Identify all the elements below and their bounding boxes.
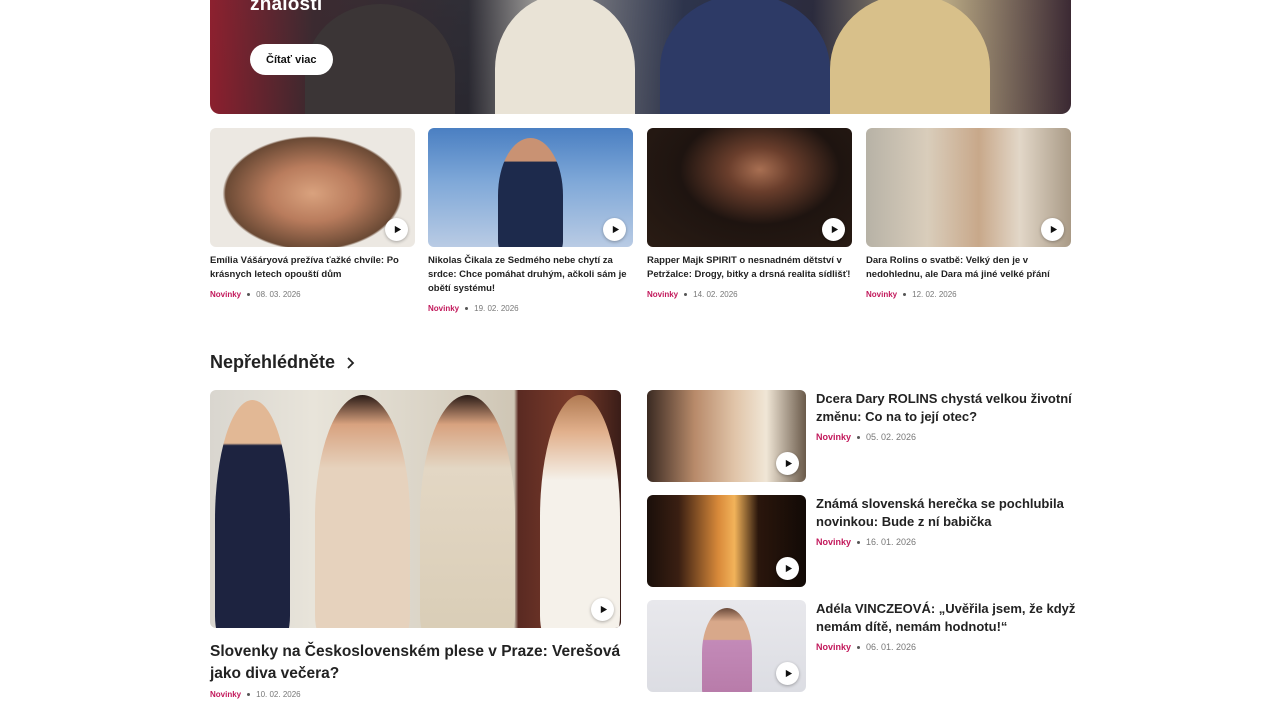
side-article[interactable]: Adéla VINCZEOVÁ: „Uvěřila jsem, že když … xyxy=(647,600,1077,692)
card-title[interactable]: Nikolas Čikala ze Sedmého nebe chytí za … xyxy=(428,254,633,296)
chevron-right-icon[interactable] xyxy=(345,356,355,369)
play-icon[interactable] xyxy=(776,452,799,475)
news-card[interactable]: Emília Vášáryová prežíva ťažké chvíle: P… xyxy=(210,128,415,299)
hero-banner[interactable]: znalosti Čítať viac xyxy=(210,0,1071,114)
news-card[interactable]: Nikolas Čikala ze Sedmého nebe chytí za … xyxy=(428,128,633,313)
side-title[interactable]: Známá slovenská herečka se pochlubila no… xyxy=(816,495,1076,531)
side-thumbnail[interactable] xyxy=(647,600,806,692)
card-thumbnail[interactable] xyxy=(210,128,415,247)
category-link[interactable]: Novinky xyxy=(210,290,241,299)
featured-title[interactable]: Slovenky na Československém plese v Praz… xyxy=(210,641,630,685)
card-title[interactable]: Rapper Majk SPIRIT o nesnadném dětství v… xyxy=(647,254,852,282)
separator-dot xyxy=(857,645,861,649)
date: 16. 01. 2026 xyxy=(866,537,917,547)
read-more-button[interactable]: Čítať viac xyxy=(250,44,333,75)
card-title[interactable]: Dara Rolins o svatbě: Velký den je v ned… xyxy=(866,254,1071,282)
section-title[interactable]: Nepřehlédněte xyxy=(210,352,335,373)
separator-dot xyxy=(247,293,251,296)
play-icon[interactable] xyxy=(603,218,626,241)
category-link[interactable]: Novinky xyxy=(647,290,678,299)
play-icon[interactable] xyxy=(385,218,408,241)
card-thumbnail[interactable] xyxy=(428,128,633,247)
date: 06. 01. 2026 xyxy=(866,642,917,652)
card-title[interactable]: Emília Vášáryová prežíva ťažké chvíle: P… xyxy=(210,254,415,282)
news-card[interactable]: Rapper Majk SPIRIT o nesnadném dětství v… xyxy=(647,128,852,299)
play-icon[interactable] xyxy=(776,662,799,685)
play-icon[interactable] xyxy=(1041,218,1064,241)
category-link[interactable]: Novinky xyxy=(210,690,241,699)
side-thumbnail[interactable] xyxy=(647,495,806,587)
side-title[interactable]: Adéla VINCZEOVÁ: „Uvěřila jsem, že když … xyxy=(816,600,1076,636)
side-article[interactable]: Známá slovenská herečka se pochlubila no… xyxy=(647,495,1077,587)
card-thumbnail[interactable] xyxy=(647,128,852,247)
date: 19. 02. 2026 xyxy=(474,304,519,313)
category-link[interactable]: Novinky xyxy=(428,304,459,313)
news-card-row: Emília Vášáryová prežíva ťažké chvíle: P… xyxy=(210,128,1071,328)
card-thumbnail[interactable] xyxy=(866,128,1071,247)
play-icon[interactable] xyxy=(776,557,799,580)
section-header[interactable]: Nepřehlédněte xyxy=(210,352,355,373)
date: 05. 02. 2026 xyxy=(866,432,917,442)
side-title[interactable]: Dcera Dary ROLINS chystá velkou životní … xyxy=(816,390,1076,426)
news-card[interactable]: Dara Rolins o svatbě: Velký den je v ned… xyxy=(866,128,1071,299)
date: 08. 03. 2026 xyxy=(256,290,301,299)
featured-thumbnail[interactable] xyxy=(210,390,621,628)
separator-dot xyxy=(684,293,688,296)
side-article[interactable]: Dcera Dary ROLINS chystá velkou životní … xyxy=(647,390,1077,482)
featured-meta: Novinky 10. 02. 2026 xyxy=(210,690,301,699)
side-thumbnail[interactable] xyxy=(647,390,806,482)
separator-dot xyxy=(857,435,861,439)
separator-dot xyxy=(465,307,469,310)
category-link[interactable]: Novinky xyxy=(816,537,851,547)
category-link[interactable]: Novinky xyxy=(816,642,851,652)
separator-dot xyxy=(903,293,907,296)
date: 14. 02. 2026 xyxy=(693,290,738,299)
category-link[interactable]: Novinky xyxy=(866,290,897,299)
category-link[interactable]: Novinky xyxy=(816,432,851,442)
date: 10. 02. 2026 xyxy=(256,690,301,699)
play-icon[interactable] xyxy=(822,218,845,241)
date: 12. 02. 2026 xyxy=(912,290,957,299)
separator-dot xyxy=(857,540,861,544)
play-icon[interactable] xyxy=(591,598,614,621)
separator-dot xyxy=(247,693,251,696)
hero-title: znalosti xyxy=(250,0,323,15)
